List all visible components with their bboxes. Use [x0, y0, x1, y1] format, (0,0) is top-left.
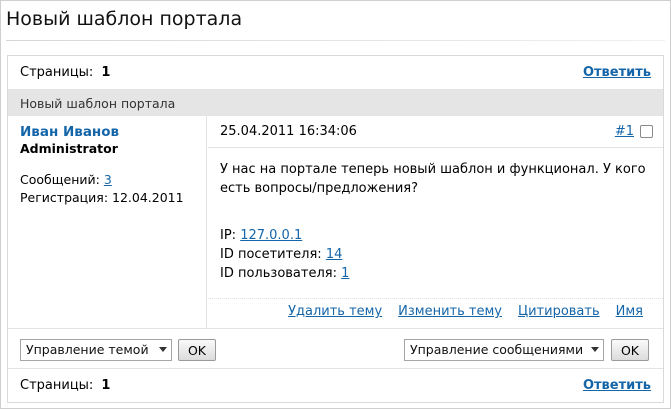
post-number-link[interactable]: #1 — [615, 124, 634, 139]
quote-link[interactable]: Цитировать — [518, 304, 600, 319]
name-link[interactable]: Имя — [616, 304, 643, 319]
messages-label: Сообщений: — [20, 172, 100, 187]
pages-label-bottom: Страницы: — [20, 378, 94, 393]
user-label: ID пользователя: — [220, 266, 337, 281]
author-name[interactable]: Иван Иванов — [20, 124, 194, 140]
reply-link-bottom[interactable]: Ответить — [583, 378, 651, 393]
top-pagination-bar: Страницы: 1 Ответить — [8, 56, 663, 90]
post-select-checkbox[interactable] — [640, 125, 653, 138]
moderation-controls: Управление темой OK Управление сообщения… — [8, 328, 663, 370]
chevron-down-icon — [591, 347, 599, 352]
pages-info-bottom: Страницы: 1 — [20, 378, 110, 393]
messages-ok-button[interactable]: OK — [611, 339, 649, 361]
author-registration: Регистрация: 12.04.2011 — [20, 190, 194, 205]
edit-topic-link[interactable]: Изменить тему — [398, 304, 502, 319]
user-id-link[interactable]: 1 — [341, 266, 349, 281]
pages-label: Страницы: — [20, 65, 94, 80]
visitor-id-link[interactable]: 14 — [326, 247, 343, 262]
author-messages: Сообщений: 3 — [20, 172, 194, 187]
bottom-pagination-bar: Страницы: 1 Ответить — [8, 368, 663, 402]
registration-label: Регистрация: — [20, 190, 109, 205]
registration-date: 12.04.2011 — [112, 190, 184, 205]
topic-management-value: Управление темой — [26, 342, 149, 357]
post-tech-info: IP: 127.0.0.1 ID посетителя: 14 ID польз… — [220, 226, 651, 283]
ip-row: IP: 127.0.0.1 — [220, 226, 651, 245]
pages-current[interactable]: 1 — [101, 65, 110, 80]
topic-header: Новый шаблон портала — [8, 90, 663, 116]
post-author-info: Иван Иванов Administrator Сообщений: 3 Р… — [8, 116, 207, 328]
messages-management-select[interactable]: Управление сообщениями — [404, 339, 604, 361]
pages-info: Страницы: 1 — [20, 65, 110, 80]
author-role: Administrator — [20, 141, 118, 156]
chevron-down-icon — [159, 347, 167, 352]
post-datetime: 25.04.2011 16:34:06 — [220, 124, 357, 139]
post-meta: 25.04.2011 16:34:06 #1 — [208, 116, 663, 148]
post: Иван Иванов Administrator Сообщений: 3 Р… — [8, 116, 663, 328]
delete-topic-link[interactable]: Удалить тему — [288, 304, 382, 319]
user-row: ID пользователя: 1 — [220, 264, 651, 283]
reply-link-top[interactable]: Ответить — [583, 65, 651, 80]
pages-current-bottom[interactable]: 1 — [101, 378, 110, 393]
ip-label: IP: — [220, 228, 237, 243]
post-body: У нас на портале теперь новый шаблон и ф… — [208, 148, 663, 295]
post-action-links: Удалить тему Изменить тему Цитировать Им… — [288, 304, 643, 319]
post-meta-right: #1 — [615, 124, 653, 139]
messages-management-value: Управление сообщениями — [410, 342, 584, 357]
forum-panel: Страницы: 1 Ответить Новый шаблон портала… — [7, 55, 664, 403]
post-text: У нас на портале теперь новый шаблон и ф… — [220, 162, 646, 196]
post-content: 25.04.2011 16:34:06 #1 У нас на портале … — [208, 116, 663, 328]
title-divider — [6, 40, 665, 41]
visitor-label: ID посетителя: — [220, 247, 322, 262]
topic-management-select[interactable]: Управление темой — [20, 339, 172, 361]
messages-count-link[interactable]: 3 — [104, 172, 112, 187]
topic-ok-button[interactable]: OK — [178, 339, 216, 361]
page-title: Новый шаблон портала — [6, 8, 243, 30]
post-actions-divider — [208, 298, 663, 299]
visitor-row: ID посетителя: 14 — [220, 245, 651, 264]
ip-link[interactable]: 127.0.0.1 — [240, 228, 302, 243]
